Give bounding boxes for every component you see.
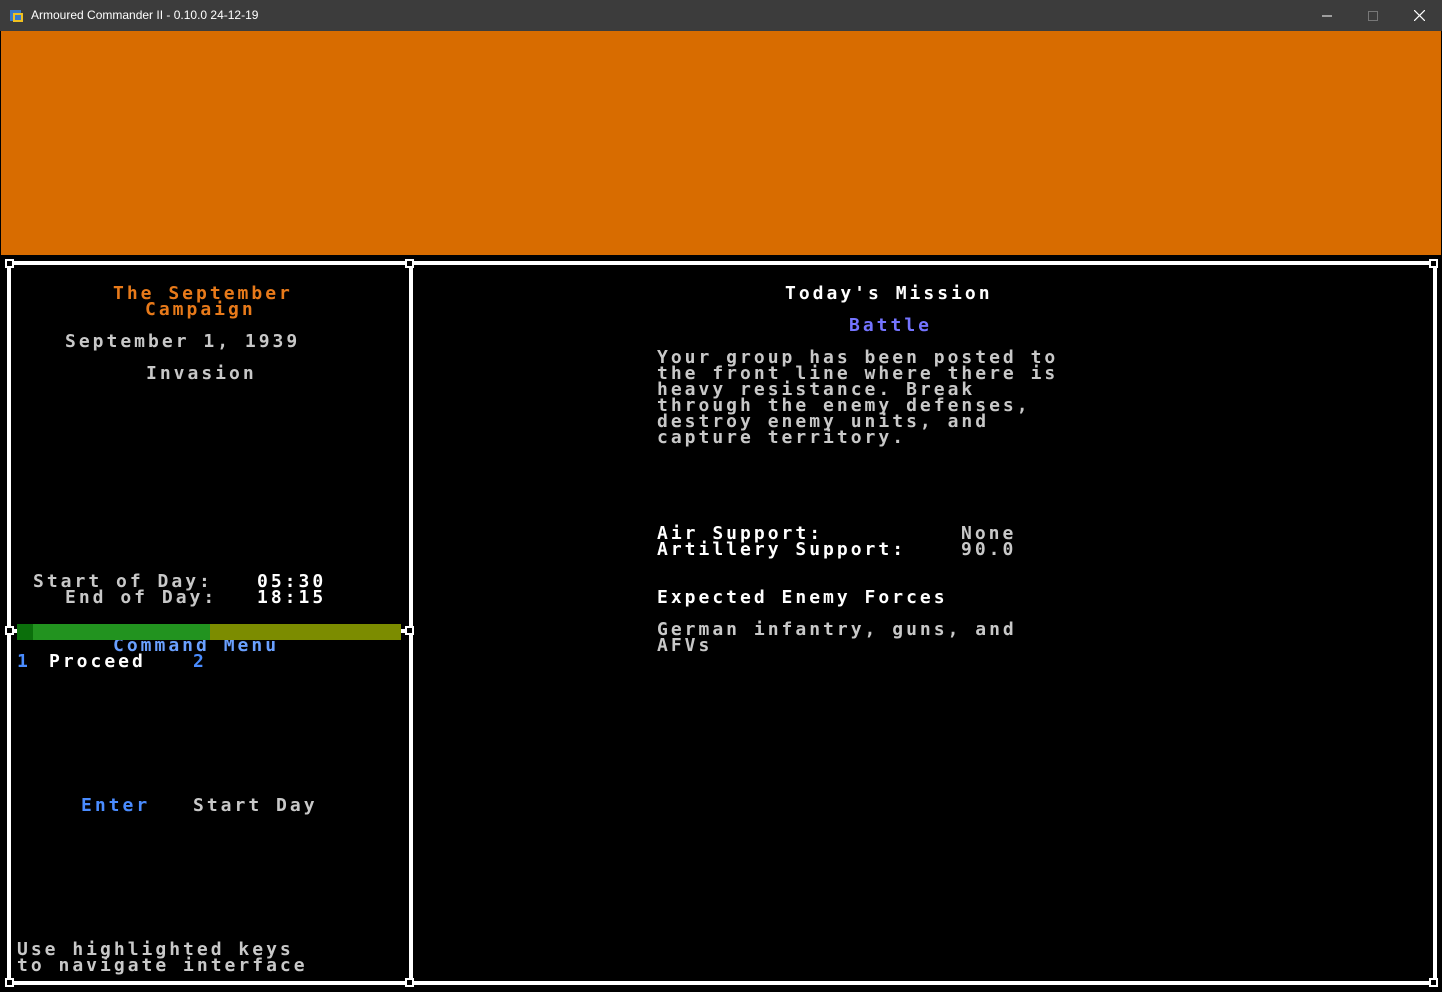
enemy-forces-heading: Expected Enemy Forces	[657, 587, 948, 608]
header-banner	[1, 31, 1441, 255]
end-of-day-time: 18:15	[257, 587, 327, 608]
campaign-phase: Invasion	[146, 363, 257, 384]
frame-corner	[5, 626, 14, 635]
close-icon	[1413, 10, 1425, 21]
frame-corner	[405, 259, 414, 268]
window-title: Armoured Commander II - 0.10.0 24-12-19	[31, 8, 259, 22]
menu-item-2-key[interactable]: 2	[193, 653, 207, 671]
artillery-support-label: Artillery Support:	[657, 539, 907, 560]
frame-corner	[1429, 259, 1438, 268]
minimize-button[interactable]	[1304, 0, 1350, 31]
window-titlebar[interactable]: Armoured Commander II - 0.10.0 24-12-19	[0, 0, 1442, 31]
mission-heading: Today's Mission	[785, 283, 993, 304]
start-day-action[interactable]: Start Day	[193, 797, 318, 815]
frame-corner	[405, 626, 414, 635]
menu-item-proceed[interactable]: Proceed	[49, 653, 146, 671]
menu-key-highlight	[17, 624, 33, 640]
menu-item-1-key[interactable]: 1	[17, 653, 31, 671]
maximize-icon	[1368, 10, 1378, 21]
enemy-forces-line: AFVs	[657, 635, 713, 656]
artillery-support-value: 90.0	[961, 539, 1017, 560]
maximize-button[interactable]	[1350, 0, 1396, 31]
enter-key-label[interactable]: Enter	[81, 797, 150, 815]
app-icon	[10, 10, 23, 22]
campaign-title-line2: Campaign	[145, 299, 256, 320]
frame-corner	[5, 978, 14, 987]
command-menu-row[interactable]	[17, 624, 401, 640]
frame-corner	[5, 259, 14, 268]
minimize-icon	[1322, 15, 1332, 16]
menu-selection-highlight	[33, 624, 210, 640]
close-button[interactable]	[1396, 0, 1442, 31]
frame-corner	[405, 978, 414, 987]
end-of-day-label: End of Day:	[65, 587, 218, 608]
frame-corner	[1429, 978, 1438, 987]
mission-description-line: capture territory.	[657, 427, 907, 448]
mission-type: Battle	[849, 315, 933, 336]
help-hint-line2: to navigate interface	[17, 955, 308, 976]
campaign-date: September 1, 1939	[65, 331, 301, 352]
